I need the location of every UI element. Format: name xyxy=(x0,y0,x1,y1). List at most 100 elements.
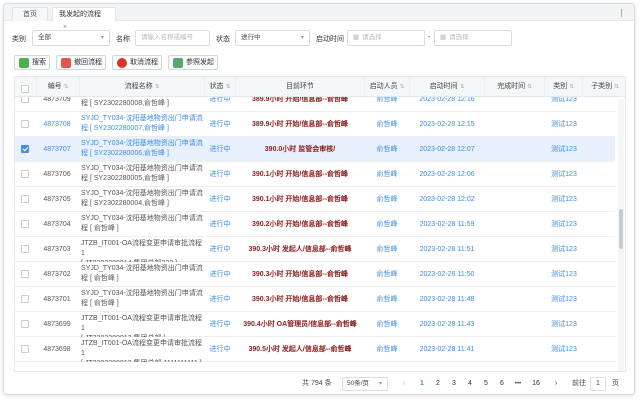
next-page-button[interactable]: › xyxy=(550,377,562,391)
table-row[interactable]: 4873701 SYJD_TY034-沈阳基地物资出门申请流程 [ 俞哲峰 ] 进行… xyxy=(15,287,615,312)
initiator: 俞哲峰 xyxy=(376,321,398,328)
page-5[interactable]: 5 xyxy=(480,377,492,391)
current-node[interactable]: 390.4小时 OA管理员/信息部--俞哲峰 xyxy=(236,312,364,337)
scrollbar-thumb[interactable] xyxy=(619,209,623,249)
col-user[interactable]: 启动人员 ⇅ xyxy=(365,77,410,97)
process-id[interactable]: 4873709 xyxy=(37,97,77,112)
status-select[interactable]: 进行中 ▾ xyxy=(235,30,310,46)
col-id[interactable]: 编号 ⇅ xyxy=(37,77,80,97)
process-name[interactable]: SYJD_TY034-沈阳基地物资出门申请流程 [ SY2302280004,俞… xyxy=(81,187,204,212)
table-row[interactable]: 4873706 SYJD_TY034-沈阳基地物资出门申请流程 [ SY23022… xyxy=(15,162,615,187)
row-checkbox[interactable] xyxy=(21,145,29,153)
table-row[interactable]: 4873699JTZB_IT001-OA流程变更申请审批流程1[ JT23022… xyxy=(15,312,615,337)
table-row[interactable]: 4873703JTZB_IT001-OA流程变更申请审批流程1[ JT23022… xyxy=(15,237,615,262)
row-checkbox[interactable] xyxy=(21,170,29,178)
prev-page-button[interactable]: ‹ xyxy=(398,377,410,391)
row-checkbox[interactable] xyxy=(21,320,29,328)
goto-page-input[interactable]: 1 xyxy=(590,377,606,391)
current-node[interactable]: 389.9小时 开始/信息部--俞哲峰 xyxy=(236,97,364,112)
sort-icon[interactable]: ⇅ xyxy=(460,84,465,90)
sort-icon[interactable]: ⇅ xyxy=(226,84,231,90)
current-node[interactable]: 390.3小时 开始/信息部--俞哲峰 xyxy=(236,262,364,287)
search-button[interactable]: 搜索 xyxy=(14,55,50,70)
start-date-to-input[interactable]: ▦ 请选择 xyxy=(434,30,512,46)
row-checkbox[interactable] xyxy=(21,120,29,128)
tab-scroll-handle[interactable] xyxy=(621,9,626,17)
category-select[interactable]: 全部 ▾ xyxy=(32,30,110,46)
current-node[interactable]: 390.3小时 开始/信息部--俞哲峰 xyxy=(236,287,364,312)
table-row[interactable]: 4873705 SYJD_TY034-沈阳基地物资出门申请流程 [ SY23022… xyxy=(15,187,615,212)
table-row[interactable]: 4873702 SYJD_TY034-沈阳基地物资出门申请流程 [ 俞哲峰 ] 进行… xyxy=(15,262,615,287)
table-row[interactable]: 4873708 SYJD_TY034-沈阳基地物资出门申请流程 [ SY23022… xyxy=(15,112,615,137)
start-date-from-input[interactable]: ▦ 请选择 xyxy=(347,30,425,46)
col-start[interactable]: 启动时间 ⇅ xyxy=(410,77,485,97)
table-row[interactable]: 4873707 SYJD_TY034-沈阳基地物资出门申请流程 [ SY23022… xyxy=(15,137,615,162)
process-id[interactable]: 4873705 xyxy=(37,187,77,212)
sort-icon[interactable]: ⇅ xyxy=(155,84,160,90)
row-checkbox[interactable] xyxy=(21,270,29,278)
table-row[interactable]: 4873698JTZB_IT001-OA流程变更申请审批流程1 [ JT23022… xyxy=(15,337,615,362)
current-node[interactable]: 390.1小时 开始/信息部--俞哲峰 xyxy=(236,187,364,212)
process-name[interactable]: JTZB_IT001-OA流程变更申请审批流程1 [ JT2302280012,集… xyxy=(81,337,204,362)
page-16[interactable]: 16 xyxy=(530,377,542,391)
page-1[interactable]: 1 xyxy=(416,377,428,391)
table-row[interactable]: 4873704 SYJD_TY034-沈阳基地物资出门申请流程 [ 俞哲峰 ] 进行… xyxy=(15,212,615,237)
row-checkbox[interactable] xyxy=(21,220,29,228)
resubmit-button[interactable]: 参照发起 xyxy=(168,55,218,70)
process-id[interactable]: 4873706 xyxy=(37,162,77,187)
current-node[interactable]: 390.5小时 发起人/信息部--俞哲峰 xyxy=(236,337,364,362)
select-all-checkbox[interactable] xyxy=(21,85,29,93)
page-ellipsis[interactable]: ••• xyxy=(512,377,524,391)
tab-my-processes[interactable]: 我发起的流程× xyxy=(52,7,116,31)
process-name[interactable]: SYJD_TY034-沈阳基地物资出门申请流程 [ 俞哲峰 ] xyxy=(81,212,204,237)
row-checkbox[interactable] xyxy=(21,97,29,103)
col-name[interactable]: 流程名称 ⇅ xyxy=(80,77,205,97)
process-name[interactable]: SYJD_TY034-沈阳基地物资出门申请流程 [ SY2302280005,俞… xyxy=(81,162,204,187)
sort-icon[interactable]: ⇅ xyxy=(64,84,69,90)
sort-icon[interactable]: ⇅ xyxy=(400,84,405,90)
page-size-select[interactable]: 50条/页 ▾ xyxy=(342,377,388,391)
col-category[interactable]: 类别 ⇅ xyxy=(545,77,583,97)
current-node[interactable]: 390.0小时 监管会审核/ xyxy=(236,137,364,162)
process-name[interactable]: JTZB_IT001-OA流程变更申请审批流程1[ JT2302280014,集… xyxy=(81,237,204,262)
page-6[interactable]: 6 xyxy=(496,377,508,391)
current-node[interactable]: 390.2小时 开始/信息部--俞哲峰 xyxy=(236,212,364,237)
process-name[interactable]: SYJD_TY034-沈阳基地物资出门申请流程 [ 俞哲峰 ] xyxy=(81,287,204,312)
process-id[interactable]: 4873702 xyxy=(37,262,77,287)
row-checkbox[interactable] xyxy=(21,245,29,253)
process-id[interactable]: 4873703 xyxy=(37,237,77,262)
table-row[interactable]: 4873709 SYJD_TY034-沈阳基地物资出门申请流程 [ SY23022… xyxy=(15,97,615,112)
process-name[interactable]: SYJD_TY034-沈阳基地物资出门申请流程 [ 俞哲峰 ] xyxy=(81,262,204,287)
process-name[interactable]: SYJD_TY034-沈阳基地物资出门申请流程 [ SY2302280008,俞… xyxy=(81,97,204,112)
start-time: 2023-02-28 12:06 xyxy=(419,171,475,178)
row-checkbox[interactable] xyxy=(21,345,29,353)
col-subcategory[interactable]: 子类别 ⇅ xyxy=(583,77,625,97)
page-3[interactable]: 3 xyxy=(448,377,460,391)
withdraw-button[interactable]: 撤回流程 xyxy=(56,55,106,70)
process-id[interactable]: 4873707 xyxy=(37,137,77,162)
vertical-scrollbar[interactable] xyxy=(618,99,624,371)
process-id[interactable]: 4873698 xyxy=(37,337,77,362)
col-status[interactable]: 状态 ⇅ xyxy=(205,77,236,97)
sort-icon[interactable]: ⇅ xyxy=(569,84,574,90)
sort-icon[interactable]: ⇅ xyxy=(614,84,619,90)
page-2[interactable]: 2 xyxy=(432,377,444,391)
process-name[interactable]: JTZB_IT001-OA流程变更申请审批流程1[ JT2302280013,集… xyxy=(81,312,204,337)
current-node[interactable]: 390.3小时 发起人/信息部--俞哲峰 xyxy=(236,237,364,262)
col-end[interactable]: 完成时间 ⇅ xyxy=(485,77,545,97)
row-checkbox[interactable] xyxy=(21,195,29,203)
process-id[interactable]: 4873701 xyxy=(37,287,77,312)
cancel-process-button[interactable]: 取消流程 xyxy=(112,55,162,70)
tab-home[interactable]: 首页 xyxy=(12,7,48,21)
current-node[interactable]: 390.1小时 开始/信息部--俞哲峰 xyxy=(236,162,364,187)
page-4[interactable]: 4 xyxy=(464,377,476,391)
row-checkbox[interactable] xyxy=(21,295,29,303)
current-node[interactable]: 389.9小时 开始/信息部--俞哲峰 xyxy=(236,112,364,137)
name-search-input[interactable]: 请输入名称或编号 xyxy=(135,30,210,46)
process-name[interactable]: SYJD_TY034-沈阳基地物资出门申请流程 [ SY2302280007,俞… xyxy=(81,112,204,137)
process-name[interactable]: SYJD_TY034-沈阳基地物资出门申请流程 [ SY2302280006,俞… xyxy=(81,137,204,162)
process-id[interactable]: 4873708 xyxy=(37,112,77,137)
sort-icon[interactable]: ⇅ xyxy=(527,84,532,90)
process-id[interactable]: 4873699 xyxy=(37,312,77,337)
process-id[interactable]: 4873704 xyxy=(37,212,77,237)
